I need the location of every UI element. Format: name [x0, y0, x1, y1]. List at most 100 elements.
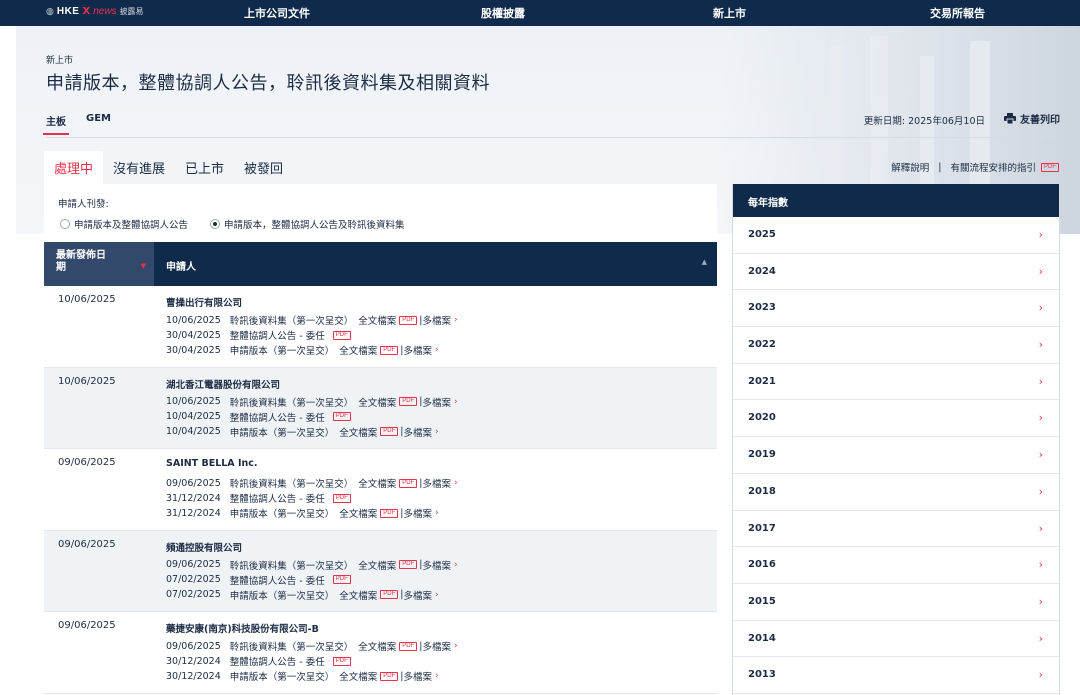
applicant-name[interactable]: SAINT BELLA Inc.: [166, 458, 258, 469]
column-header-applicant[interactable]: 申請人: [166, 258, 196, 273]
full-document-link[interactable]: 全文檔案: [339, 669, 377, 683]
pdf-icon[interactable]: PDF: [399, 315, 418, 325]
sort-up-icon[interactable]: ▲: [702, 258, 707, 266]
nav-new-listings[interactable]: 新上市: [713, 5, 746, 21]
chevron-right-icon[interactable]: ›: [435, 427, 439, 437]
document-type[interactable]: 聆訊後資料集（第一次呈交）: [230, 476, 354, 490]
print-button[interactable]: 友善列印: [1004, 111, 1060, 126]
pdf-icon[interactable]: PDF: [332, 330, 351, 340]
document-type[interactable]: 申請版本（第一次呈交）: [230, 669, 335, 683]
breadcrumb[interactable]: 新上市: [46, 53, 73, 66]
applicant-name[interactable]: 湖北香江電器股份有限公司: [166, 377, 280, 391]
multi-files-link[interactable]: 多檔案: [423, 558, 452, 572]
pdf-icon[interactable]: PDF: [380, 508, 399, 518]
chevron-right-icon[interactable]: ›: [454, 478, 458, 488]
full-document-link[interactable]: 全文檔案: [358, 395, 396, 409]
year-item-2017[interactable]: 2017 ›: [733, 511, 1059, 548]
chevron-right-icon[interactable]: ›: [435, 671, 439, 681]
chevron-right-icon[interactable]: ›: [454, 641, 458, 651]
column-header-date[interactable]: 最新發佈日期 ▼: [44, 242, 154, 286]
document-type[interactable]: 整體協調人公告 - 委任: [230, 410, 325, 424]
multi-files-link[interactable]: 多檔案: [423, 395, 452, 409]
pdf-icon[interactable]: PDF: [332, 412, 351, 421]
tab-listed[interactable]: 已上市: [175, 151, 234, 185]
explanation-link[interactable]: 解釋說明: [891, 160, 929, 174]
year-item-2019[interactable]: 2019 ›: [733, 437, 1059, 474]
year-item-2022[interactable]: 2022 ›: [733, 327, 1059, 364]
full-document-link[interactable]: 全文檔案: [339, 425, 377, 439]
chevron-right-icon[interactable]: ›: [454, 560, 458, 570]
multi-files-link[interactable]: 多檔案: [423, 639, 452, 653]
year-item-2024[interactable]: 2024 ›: [733, 254, 1059, 291]
pdf-icon[interactable]: PDF: [332, 656, 351, 666]
pdf-icon[interactable]: PDF: [332, 493, 351, 503]
pdf-icon[interactable]: PDF: [380, 590, 399, 599]
document-type[interactable]: 申請版本（第一次呈交）: [230, 343, 335, 357]
year-item-2025[interactable]: 2025 ›: [733, 217, 1059, 254]
tab-main-board[interactable]: 主板: [43, 113, 69, 135]
multi-files-link[interactable]: 多檔案: [423, 476, 452, 490]
pdf-icon[interactable]: PDF: [399, 478, 418, 488]
full-document-link[interactable]: 全文檔案: [358, 639, 396, 653]
chevron-right-icon[interactable]: ›: [435, 345, 439, 355]
nav-exchange-reports[interactable]: 交易所報告: [930, 5, 985, 21]
applicant-name[interactable]: 頻通控股有限公司: [166, 540, 242, 554]
pdf-icon[interactable]: PDF: [1041, 162, 1059, 172]
tab-gem[interactable]: GEM: [86, 113, 111, 135]
chevron-right-icon[interactable]: ›: [435, 508, 439, 518]
radio-application-oc-phip[interactable]: 申請版本，整體協調人公告及聆訊後資料集: [210, 217, 405, 231]
full-document-link[interactable]: 全文檔案: [339, 506, 377, 520]
document-type[interactable]: 聆訊後資料集（第一次呈交）: [230, 639, 354, 653]
tab-no-progress[interactable]: 沒有進展: [103, 151, 175, 185]
multi-files-link[interactable]: 多檔案: [404, 669, 433, 683]
multi-files-link[interactable]: 多檔案: [404, 343, 433, 357]
sort-down-icon[interactable]: ▼: [141, 260, 146, 272]
pdf-icon[interactable]: PDF: [399, 397, 418, 406]
full-document-link[interactable]: 全文檔案: [358, 558, 396, 572]
multi-files-link[interactable]: 多檔案: [404, 588, 433, 602]
document-type[interactable]: 申請版本（第一次呈交）: [230, 425, 335, 439]
document-type[interactable]: 整體協調人公告 - 委任: [230, 491, 325, 505]
chevron-right-icon[interactable]: ›: [435, 590, 439, 600]
document-type[interactable]: 申請版本（第一次呈交）: [230, 588, 335, 602]
document-type[interactable]: 聆訊後資料集（第一次呈交）: [230, 313, 354, 327]
chevron-right-icon[interactable]: ›: [454, 397, 458, 407]
year-item-2023[interactable]: 2023 ›: [733, 290, 1059, 328]
document-type[interactable]: 聆訊後資料集（第一次呈交）: [230, 395, 354, 409]
document-type[interactable]: 聆訊後資料集（第一次呈交）: [230, 558, 354, 572]
full-document-link[interactable]: 全文檔案: [339, 343, 377, 357]
radio-application-and-oc[interactable]: 申請版本及整體協調人公告: [60, 217, 188, 231]
tab-returned[interactable]: 被發回: [234, 151, 293, 185]
pdf-icon[interactable]: PDF: [399, 560, 418, 569]
chevron-right-icon[interactable]: ›: [454, 315, 458, 325]
hkexnews-logo[interactable]: ◍ HKE Xnews 披露易: [46, 6, 144, 17]
process-guide-link[interactable]: 有關流程安排的指引: [950, 160, 1036, 174]
pdf-icon[interactable]: PDF: [332, 575, 351, 584]
pdf-icon[interactable]: PDF: [399, 641, 418, 651]
document-type[interactable]: 整體協調人公告 - 委任: [230, 573, 325, 587]
full-document-link[interactable]: 全文檔案: [358, 476, 396, 490]
year-item-2016[interactable]: 2016 ›: [733, 547, 1059, 584]
full-document-link[interactable]: 全文檔案: [339, 588, 377, 602]
year-item-2015[interactable]: 2015 ›: [733, 584, 1059, 621]
year-item-2013[interactable]: 2013 ›: [733, 657, 1059, 694]
nav-disclosure-of-interests[interactable]: 股權披露: [481, 5, 525, 21]
multi-files-link[interactable]: 多檔案: [404, 425, 433, 439]
year-item-2020[interactable]: 2020 ›: [733, 400, 1059, 438]
year-item-2014[interactable]: 2014 ›: [733, 621, 1059, 658]
applicant-name[interactable]: 曹操出行有限公司: [166, 295, 242, 309]
pdf-icon[interactable]: PDF: [380, 345, 399, 355]
year-item-2021[interactable]: 2021 ›: [733, 364, 1059, 401]
multi-files-link[interactable]: 多檔案: [404, 506, 433, 520]
year-item-2018[interactable]: 2018 ›: [733, 474, 1059, 511]
nav-listed-company-docs[interactable]: 上市公司文件: [244, 5, 310, 21]
full-document-link[interactable]: 全文檔案: [358, 313, 396, 327]
pdf-icon[interactable]: PDF: [380, 427, 399, 436]
multi-files-link[interactable]: 多檔案: [423, 313, 452, 327]
pdf-icon[interactable]: PDF: [380, 671, 399, 681]
document-type[interactable]: 整體協調人公告 - 委任: [230, 328, 325, 342]
tab-processing[interactable]: 處理中: [44, 151, 104, 185]
applicant-name[interactable]: 藥捷安康(南京)科技股份有限公司-B: [166, 621, 319, 635]
document-type[interactable]: 整體協調人公告 - 委任: [230, 654, 325, 668]
document-type[interactable]: 申請版本（第一次呈交）: [230, 506, 335, 520]
